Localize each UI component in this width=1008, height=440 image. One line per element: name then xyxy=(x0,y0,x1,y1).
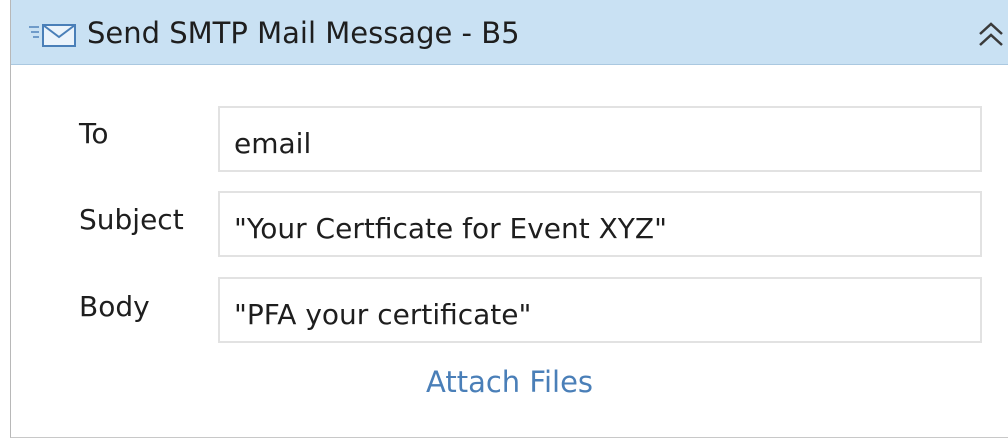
to-label: To xyxy=(79,117,109,150)
body-label: Body xyxy=(79,290,150,323)
mail-icon xyxy=(29,24,76,47)
to-input[interactable]: email xyxy=(218,106,982,172)
subject-label: Subject xyxy=(79,203,184,236)
double-chevron-up-icon[interactable] xyxy=(976,20,1006,48)
activity-header[interactable]: Send SMTP Mail Message - B5 xyxy=(11,0,1008,65)
send-smtp-activity-card[interactable]: Send SMTP Mail Message - B5 To email Sub… xyxy=(10,0,1008,438)
activity-title: Send SMTP Mail Message - B5 xyxy=(87,16,520,50)
attach-files-link[interactable]: Attach Files xyxy=(426,362,593,402)
body-input[interactable]: "PFA your certificate" xyxy=(218,277,982,343)
subject-input[interactable]: "Your Certficate for Event XYZ" xyxy=(218,191,982,257)
